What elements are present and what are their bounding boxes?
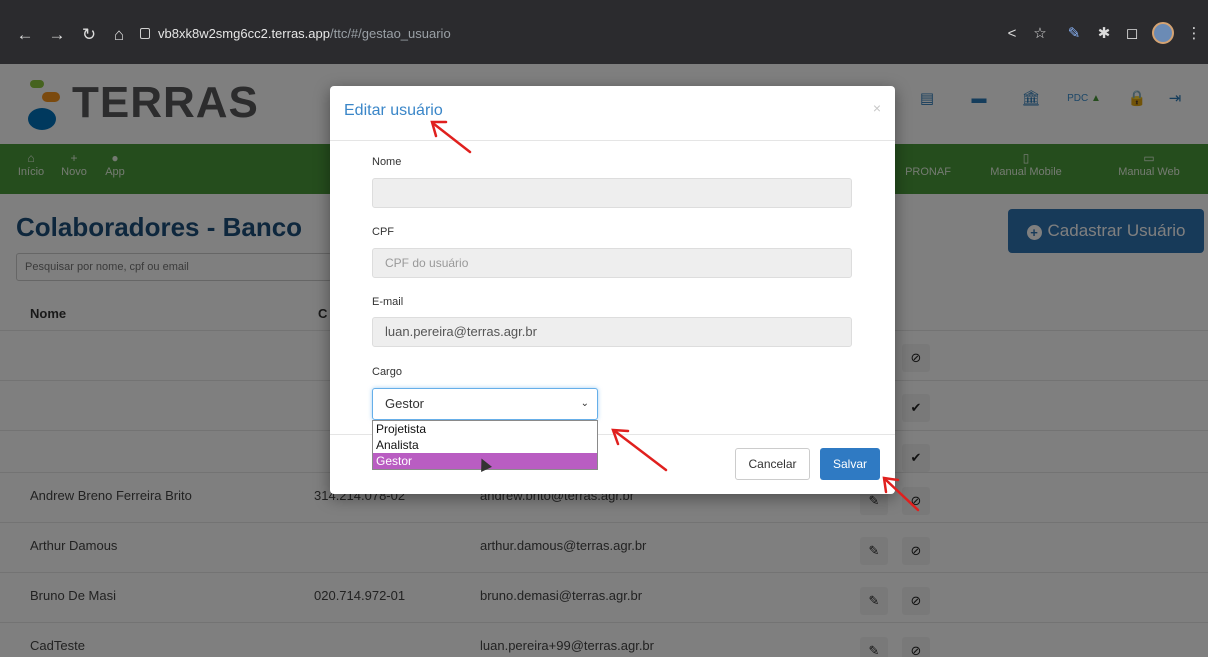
address-bar[interactable]: vb8xk8w2smg6cc2.terras.app/ttc/#/gestao_… <box>140 20 980 48</box>
window-icon[interactable]: ◻ <box>1122 24 1142 44</box>
cpf-label: CPF <box>372 226 394 238</box>
save-button[interactable]: Salvar <box>820 448 880 480</box>
email-field[interactable]: luan.pereira@terras.agr.br <box>372 317 852 347</box>
url-host: vb8xk8w2smg6cc2.terras.app <box>158 26 330 41</box>
menu-dots-icon[interactable]: ⋮ <box>1184 24 1204 44</box>
role-option-projetista[interactable]: Projetista <box>373 421 597 437</box>
puzzle-icon[interactable]: ✱ <box>1094 24 1114 44</box>
name-field[interactable] <box>372 178 852 208</box>
reload-icon[interactable]: ↻ <box>78 24 100 46</box>
extension-icon[interactable]: ✎ <box>1064 24 1084 44</box>
chevron-down-icon: ⌄ <box>580 398 589 409</box>
home-icon[interactable]: ⌂ <box>108 24 130 46</box>
url-path: /ttc/#/gestao_usuario <box>329 26 451 41</box>
cpf-field[interactable]: CPF do usuário <box>372 248 852 278</box>
modal-title: Editar usuário <box>344 102 443 119</box>
browser-toolbar: ← → ↻ ⌂ vb8xk8w2smg6cc2.terras.app/ttc/#… <box>0 0 1208 64</box>
close-icon[interactable]: × <box>873 100 881 116</box>
role-selected-value: Gestor <box>385 396 425 411</box>
name-label: Nome <box>372 156 402 168</box>
email-label: E-mail <box>372 296 404 308</box>
role-select[interactable]: Gestor ⌄ <box>372 388 598 420</box>
profile-avatar[interactable] <box>1152 22 1174 44</box>
cancel-button[interactable]: Cancelar <box>735 448 810 480</box>
role-option-analista[interactable]: Analista <box>373 437 597 453</box>
lock-icon <box>140 28 150 39</box>
forward-icon[interactable]: → <box>46 24 68 46</box>
share-icon[interactable]: < <box>1002 24 1022 44</box>
edit-user-modal: Editar usuário × Nome CPF CPF do usuário… <box>330 86 895 494</box>
modal-header-divider <box>330 140 895 141</box>
back-icon[interactable]: ← <box>14 24 36 46</box>
star-icon[interactable]: ☆ <box>1030 24 1050 44</box>
role-label: Cargo <box>372 366 402 378</box>
